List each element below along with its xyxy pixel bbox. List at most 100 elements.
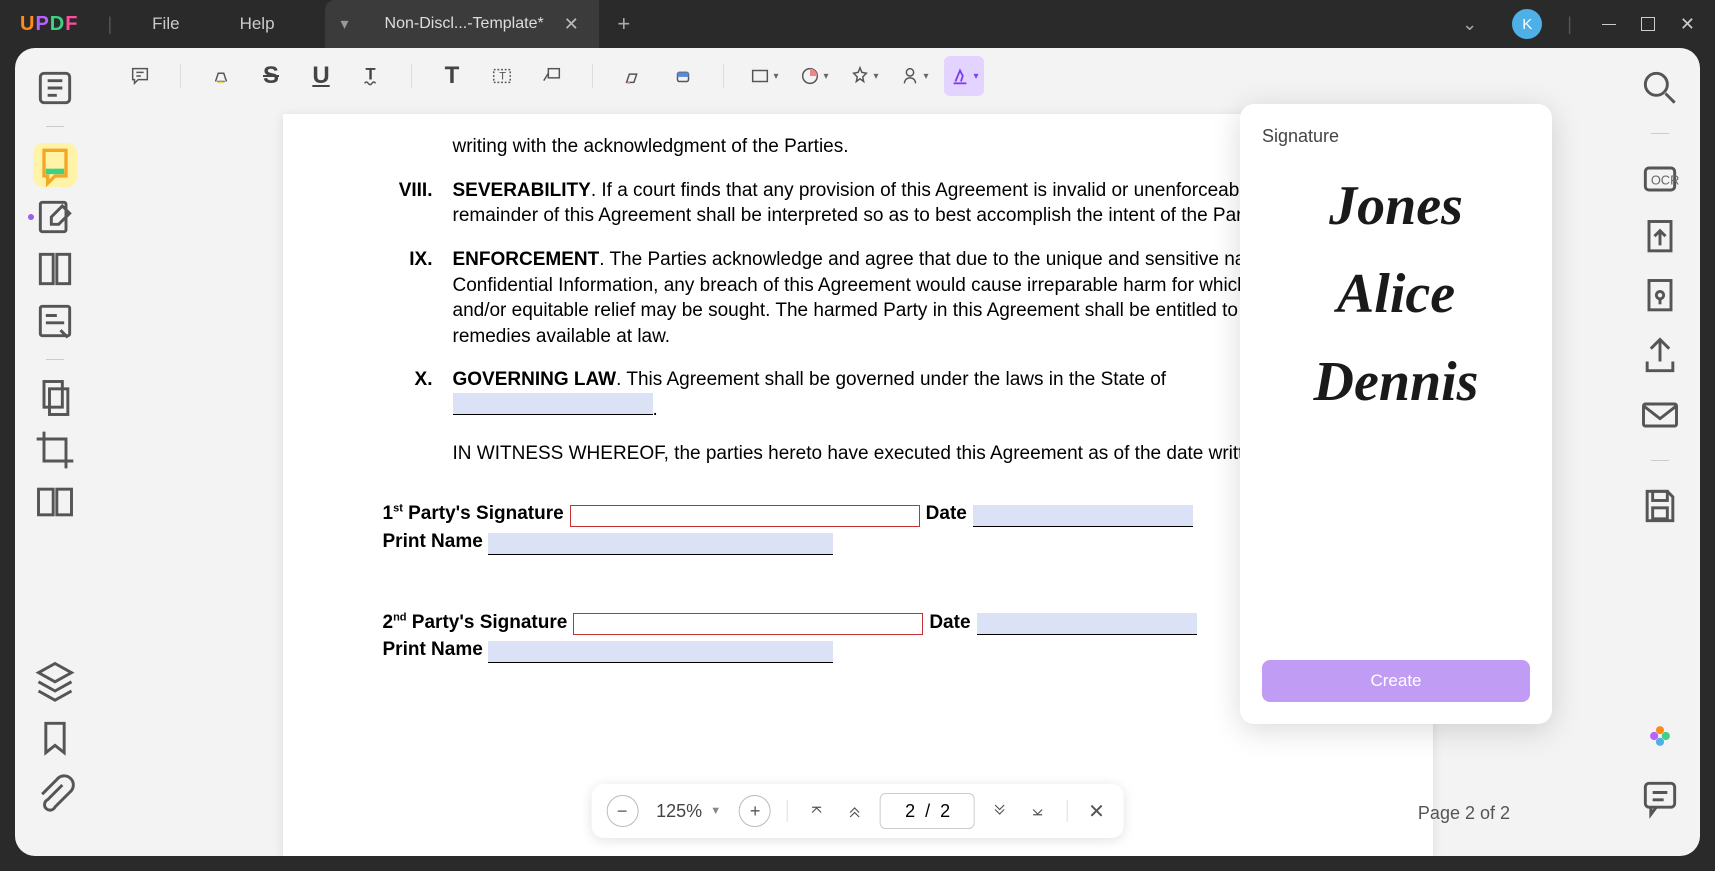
- ai-assistant-icon[interactable]: [1638, 714, 1682, 758]
- squiggly-icon[interactable]: T: [351, 56, 391, 96]
- signature-option[interactable]: Jones: [1262, 162, 1530, 250]
- party1-label: 1st Party's Signature: [383, 501, 564, 527]
- left-sidebar: [15, 48, 95, 856]
- page-tools-icon[interactable]: [33, 376, 77, 420]
- create-signature-button[interactable]: Create: [1262, 660, 1530, 702]
- new-tab-button[interactable]: +: [599, 0, 649, 48]
- active-indicator: [28, 214, 34, 220]
- window-controls: ✕: [1582, 14, 1715, 35]
- signature-tool-icon[interactable]: ▾: [944, 56, 984, 96]
- page-navigator: − 125%▼ + ✕: [591, 784, 1124, 838]
- state-blank-field[interactable]: [453, 393, 653, 415]
- close-window-icon[interactable]: ✕: [1680, 14, 1695, 35]
- underline-icon[interactable]: U: [301, 56, 341, 96]
- active-tab[interactable]: Non-Discl...-Template* ✕: [365, 0, 599, 48]
- section-number: X.: [383, 367, 453, 422]
- party1-printname-field[interactable]: [488, 533, 833, 555]
- eraser-icon[interactable]: [663, 56, 703, 96]
- close-nav-icon[interactable]: ✕: [1084, 795, 1109, 827]
- user-avatar[interactable]: K: [1512, 9, 1542, 39]
- separator: [787, 800, 788, 822]
- highlight-icon[interactable]: [201, 56, 241, 96]
- separator: [1651, 133, 1669, 134]
- separator: |: [97, 14, 122, 35]
- signature-option[interactable]: Dennis: [1262, 338, 1530, 426]
- signature-panel: Signature Jones Alice Dennis Create: [1240, 104, 1552, 724]
- callout-icon[interactable]: [532, 56, 572, 96]
- sticker-tool-icon[interactable]: ▾: [794, 56, 834, 96]
- comment-list-icon[interactable]: [1638, 776, 1682, 820]
- separator: |: [1557, 14, 1582, 35]
- signature-option[interactable]: Alice: [1262, 250, 1530, 338]
- separator: [1651, 460, 1669, 461]
- section-number: VIII.: [383, 178, 453, 229]
- party2-date-field[interactable]: [977, 613, 1197, 635]
- tab-menu-caret[interactable]: ▾: [325, 0, 365, 48]
- tab-close-icon[interactable]: ✕: [564, 14, 579, 35]
- textbox-icon[interactable]: T: [482, 56, 522, 96]
- share-icon[interactable]: [1638, 334, 1682, 378]
- app-logo: UPDF: [0, 13, 97, 36]
- page-number-input[interactable]: [880, 793, 975, 829]
- party2-signature-row: 2nd Party's Signature Date: [383, 610, 1333, 636]
- comment-mode-icon[interactable]: [33, 143, 77, 187]
- rectangle-tool-icon[interactable]: ▾: [744, 56, 784, 96]
- section-title: GOVERNING LAW: [453, 369, 617, 390]
- form-mode-icon[interactable]: [33, 299, 77, 343]
- section-number: IX.: [383, 247, 453, 350]
- separator: [411, 64, 412, 88]
- reader-mode-icon[interactable]: [33, 66, 77, 110]
- text-icon[interactable]: T: [432, 56, 472, 96]
- layers-icon[interactable]: [33, 658, 77, 702]
- search-icon[interactable]: [1638, 66, 1682, 110]
- party2-label: 2nd Party's Signature: [383, 610, 568, 636]
- attachment-icon[interactable]: [33, 774, 77, 818]
- organize-mode-icon[interactable]: [33, 247, 77, 291]
- party2-date-label: Date: [929, 610, 970, 636]
- email-icon[interactable]: [1638, 393, 1682, 437]
- bookmark-icon[interactable]: [33, 716, 77, 760]
- party2-signature-field[interactable]: [573, 613, 923, 635]
- edit-mode-icon[interactable]: [33, 195, 77, 239]
- help-menu[interactable]: Help: [210, 14, 305, 34]
- note-icon[interactable]: [120, 56, 160, 96]
- party1-print-row: Print Name: [383, 529, 1333, 555]
- last-page-icon[interactable]: [1025, 795, 1051, 827]
- save-icon[interactable]: [1638, 484, 1682, 528]
- party2-print-row: Print Name: [383, 637, 1333, 663]
- zoom-out-button[interactable]: −: [606, 795, 638, 827]
- zoom-in-button[interactable]: +: [739, 795, 771, 827]
- pencil-icon[interactable]: [613, 56, 653, 96]
- separator: [592, 64, 593, 88]
- convert-icon[interactable]: [1638, 216, 1682, 260]
- ocr-icon[interactable]: OCR: [1638, 157, 1682, 201]
- compare-icon[interactable]: [33, 480, 77, 524]
- strikethrough-icon[interactable]: S: [251, 56, 291, 96]
- first-page-icon[interactable]: [804, 795, 830, 827]
- workspace: S U T T T ▾ ▾ ▾ ▾ ▾ writing with the ack…: [15, 48, 1700, 856]
- minimize-icon[interactable]: [1602, 17, 1616, 31]
- party1-date-field[interactable]: [973, 505, 1193, 527]
- party1-signature-row: 1st Party's Signature Date: [383, 501, 1333, 527]
- file-menu[interactable]: File: [122, 14, 209, 34]
- section-body-pre: . This Agreement shall be governed under…: [616, 369, 1166, 390]
- svg-text:T: T: [499, 71, 506, 83]
- next-page-icon[interactable]: [987, 795, 1013, 827]
- section-title: SEVERABILITY: [453, 180, 591, 201]
- svg-text:OCR: OCR: [1651, 173, 1680, 188]
- stamp2-tool-icon[interactable]: ▾: [894, 56, 934, 96]
- party1-signature-field[interactable]: [570, 505, 920, 527]
- stamp-tool-icon[interactable]: ▾: [844, 56, 884, 96]
- separator: [46, 126, 64, 127]
- page-count-label: Page 2 of 2: [1418, 803, 1510, 824]
- separator: [723, 64, 724, 88]
- crop-icon[interactable]: [33, 428, 77, 472]
- maximize-icon[interactable]: [1641, 17, 1655, 31]
- prev-page-icon[interactable]: [842, 795, 868, 827]
- tab-title: Non-Discl...-Template*: [385, 15, 544, 33]
- dropdown-chevron-icon[interactable]: ⌄: [1442, 14, 1497, 35]
- party1-date-label: Date: [926, 501, 967, 527]
- zoom-dropdown[interactable]: 125%▼: [650, 801, 727, 822]
- party2-printname-field[interactable]: [488, 641, 833, 663]
- protect-icon[interactable]: [1638, 275, 1682, 319]
